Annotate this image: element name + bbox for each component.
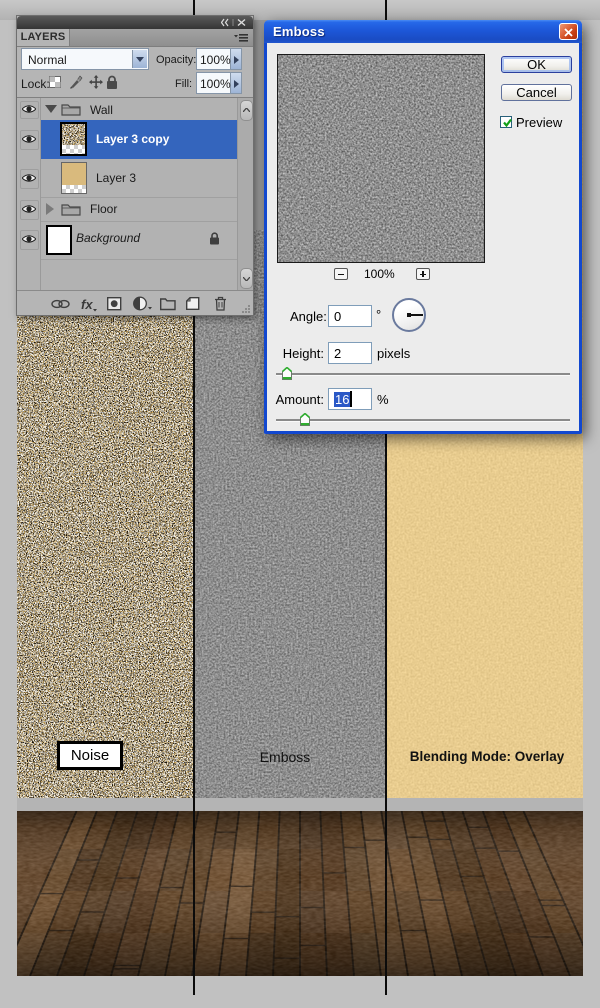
- svg-text:fx: fx: [81, 297, 93, 312]
